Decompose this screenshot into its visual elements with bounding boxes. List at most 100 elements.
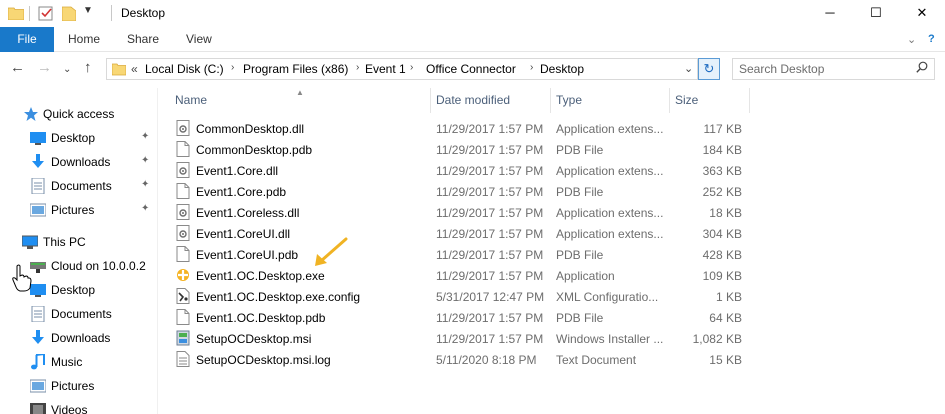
file-row[interactable]: Event1.CoreUI.dll 11/29/2017 1:57 PM Appli… — [158, 223, 945, 244]
search-icon[interactable] — [916, 61, 928, 73]
nav-pc-documents[interactable]: Documents — [0, 302, 158, 326]
file-type: PDB File — [556, 311, 604, 325]
file-type: PDB File — [556, 248, 604, 262]
close-button[interactable]: ✕ — [899, 0, 945, 27]
forward-button[interactable]: → — [37, 60, 52, 76]
tab-file[interactable]: File — [0, 27, 54, 52]
address-dropdown-icon[interactable]: ⌄ — [684, 62, 693, 75]
file-size: 428 KB — [702, 248, 742, 262]
breadcrumb-event1[interactable]: Event 1 — [365, 62, 406, 76]
nav-label: Downloads — [51, 331, 111, 345]
breadcrumb-separator[interactable]: › — [410, 62, 413, 73]
customize-qa-dropdown-icon[interactable]: ▼ — [83, 5, 93, 16]
nav-quick-access[interactable]: Quick access — [0, 102, 158, 126]
qa-separator — [29, 6, 30, 21]
expand-ribbon-icon[interactable]: ⌄ — [907, 33, 916, 46]
file-row[interactable]: Event1.CoreUI.pdb 11/29/2017 1:57 PM PDB F… — [158, 244, 945, 265]
recent-locations-button[interactable]: ⌄ — [63, 62, 71, 78]
file-date-modified: 5/11/2020 8:18 PM — [436, 353, 537, 367]
up-button[interactable]: ↑ — [84, 60, 92, 76]
nav-label: Downloads — [51, 155, 111, 169]
file-type: Application — [556, 269, 615, 283]
window-title: Desktop — [121, 6, 166, 20]
address-overflow[interactable]: « — [131, 62, 138, 76]
title-separator — [111, 5, 112, 21]
column-header-type[interactable]: Type — [551, 88, 668, 113]
pin-icon: ✦ — [141, 179, 150, 190]
file-date-modified: 11/29/2017 1:57 PM — [436, 311, 544, 325]
address-bar[interactable]: « Local Disk (C:) › Program Files (x86) … — [106, 58, 698, 80]
exe-app-icon — [177, 269, 189, 281]
file-name: Event1.OC.Desktop.exe — [196, 269, 325, 283]
file-row[interactable]: SetupOCDesktop.msi.log 5/11/2020 8:18 PM T… — [158, 349, 945, 370]
file-date-modified: 5/31/2017 12:47 PM — [436, 290, 545, 304]
tab-share[interactable]: Share — [127, 27, 159, 52]
help-icon[interactable]: ? — [928, 33, 935, 45]
star-icon — [24, 107, 38, 121]
file-name: Event1.CoreUI.pdb — [196, 248, 299, 262]
column-divider[interactable] — [749, 88, 750, 113]
breadcrumb-desktop[interactable]: Desktop — [540, 62, 584, 76]
tab-home[interactable]: Home — [68, 27, 100, 52]
properties-icon[interactable] — [38, 6, 54, 21]
file-row[interactable]: Event1.OC.Desktop.exe.config 5/31/2017 12… — [158, 286, 945, 307]
generic-file-icon — [176, 141, 190, 157]
file-row[interactable]: Event1.OC.Desktop.exe 11/29/2017 1:57 PM A… — [158, 265, 945, 286]
breadcrumb-office-connector[interactable]: Office Connector — [426, 62, 516, 76]
column-header-date[interactable]: Date modified — [431, 88, 549, 113]
minimize-button[interactable]: ─ — [807, 0, 853, 27]
desktop-folder-icon — [30, 132, 46, 145]
file-size: 363 KB — [702, 164, 742, 178]
nav-pc-videos[interactable]: Videos — [0, 398, 158, 414]
file-row[interactable]: CommonDesktop.dll 11/29/2017 1:57 PM Appli… — [158, 118, 945, 139]
dll-file-icon — [176, 120, 190, 136]
column-header-size[interactable]: Size — [670, 88, 748, 113]
pin-icon: ✦ — [141, 203, 150, 214]
back-button[interactable]: ← — [10, 60, 25, 76]
file-row[interactable]: CommonDesktop.pdb 11/29/2017 1:57 PM PDB F… — [158, 139, 945, 160]
breadcrumb-separator[interactable]: › — [530, 62, 533, 73]
file-row[interactable]: Event1.OC.Desktop.pdb 11/29/2017 1:57 PM P… — [158, 307, 945, 328]
file-size: 1,082 KB — [692, 332, 742, 346]
breadcrumb-separator[interactable]: › — [356, 62, 359, 73]
breadcrumb-local-disk[interactable]: Local Disk (C:) — [145, 62, 224, 76]
file-row[interactable]: Event1.Core.dll 11/29/2017 1:57 PM Applica… — [158, 160, 945, 181]
file-name: Event1.Core.pdb — [196, 185, 287, 199]
file-date-modified: 11/29/2017 1:57 PM — [436, 227, 544, 241]
title-bar: ▼ Desktop ─ ☐ ✕ — [0, 0, 945, 27]
new-folder-icon[interactable] — [62, 6, 76, 21]
file-size: 109 KB — [702, 269, 742, 283]
nav-this-pc[interactable]: This PC — [0, 230, 158, 254]
column-header-name[interactable]: Name — [170, 88, 430, 113]
search-input[interactable] — [739, 61, 909, 77]
file-row[interactable]: Event1.Core.pdb 11/29/2017 1:57 PM PDB Fil… — [158, 181, 945, 202]
nav-pc-downloads[interactable]: Downloads — [0, 326, 158, 350]
file-name: Event1.Coreless.dll — [196, 206, 300, 220]
nav-pc-pictures[interactable]: Pictures — [0, 374, 158, 398]
nav-pc-music[interactable]: Music — [0, 350, 158, 374]
nav-quick-downloads[interactable]: Downloads ✦ — [0, 150, 158, 174]
nav-quick-desktop[interactable]: Desktop ✦ — [0, 126, 158, 150]
nav-quick-documents[interactable]: Documents ✦ — [0, 174, 158, 198]
file-name: Event1.OC.Desktop.exe.config — [196, 290, 361, 304]
file-size: 304 KB — [702, 227, 742, 241]
nav-label: Pictures — [51, 203, 95, 217]
downloads-folder-icon — [32, 154, 44, 168]
folder-icon[interactable] — [8, 6, 24, 20]
desktop-folder-icon — [30, 284, 46, 297]
maximize-button[interactable]: ☐ — [853, 0, 899, 27]
file-type: Application extens... — [556, 164, 664, 178]
breadcrumb-separator[interactable]: › — [231, 62, 234, 73]
tab-view[interactable]: View — [186, 27, 212, 52]
nav-label: Cloud on 10.0.0.2 — [51, 259, 146, 273]
file-row[interactable]: Event1.Coreless.dll 11/29/2017 1:57 PM App… — [158, 202, 945, 223]
dll-file-icon — [176, 225, 190, 241]
documents-folder-icon — [31, 306, 45, 322]
file-row[interactable]: SetupOCDesktop.msi 11/29/2017 1:57 PM Wind… — [158, 328, 945, 349]
downloads-folder-icon — [32, 330, 44, 344]
refresh-button[interactable]: ↻ — [698, 58, 720, 80]
nav-quick-pictures[interactable]: Pictures ✦ — [0, 198, 158, 222]
file-size: 117 KB — [703, 122, 742, 136]
breadcrumb-program-files[interactable]: Program Files (x86) — [243, 62, 348, 76]
file-date-modified: 11/29/2017 1:57 PM — [436, 332, 544, 346]
